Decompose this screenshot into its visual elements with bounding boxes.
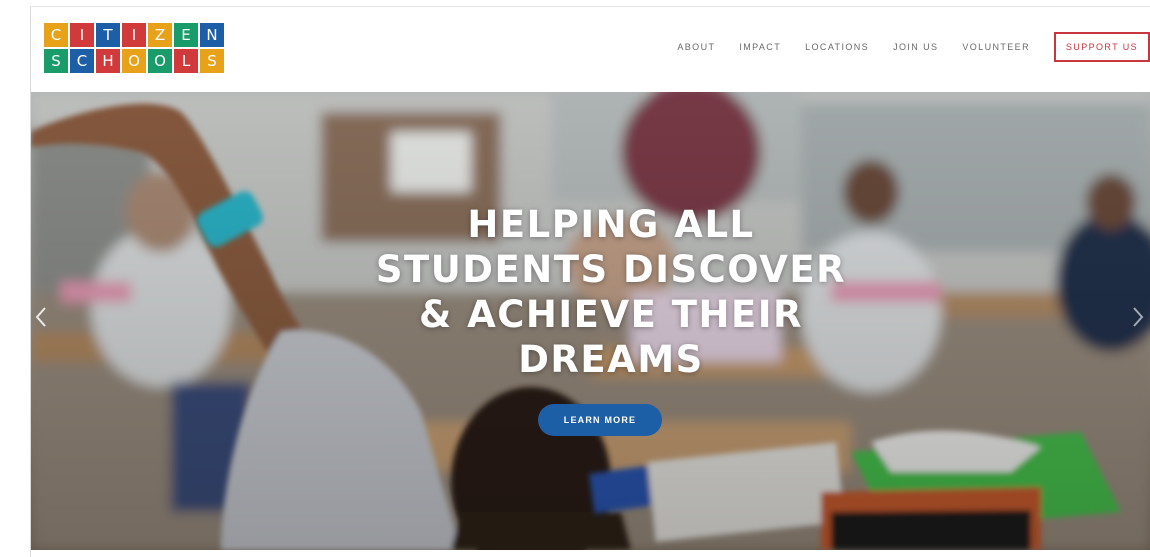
- site-header: C I T I Z E N S C H O O L S ABOUT IMPACT…: [31, 7, 1150, 92]
- hero-headline-line: DREAMS: [518, 338, 704, 381]
- support-us-button[interactable]: SUPPORT US: [1054, 32, 1150, 62]
- nav-about[interactable]: ABOUT: [677, 42, 715, 52]
- chevron-left-icon: [35, 307, 46, 327]
- logo-tile: C: [70, 49, 94, 73]
- logo-tile: N: [200, 23, 224, 47]
- logo-tile: H: [96, 49, 120, 73]
- logo-tile: S: [44, 49, 68, 73]
- logo-tile: I: [70, 23, 94, 47]
- learn-more-button[interactable]: LEARN MORE: [538, 404, 662, 436]
- nav-volunteer[interactable]: VOLUNTEER: [962, 42, 1030, 52]
- logo-tile: C: [44, 23, 68, 47]
- chevron-right-icon: [1133, 307, 1144, 327]
- hero-carousel: HELPING ALL STUDENTS DISCOVER & ACHIEVE …: [31, 92, 1150, 550]
- main-nav: ABOUT IMPACT LOCATIONS JOIN US VOLUNTEER…: [653, 30, 1150, 64]
- hero-headline: HELPING ALL STUDENTS DISCOVER & ACHIEVE …: [291, 202, 931, 382]
- hero-headline-line: & ACHIEVE THEIR: [419, 293, 803, 336]
- logo-tile: I: [122, 23, 146, 47]
- nav-join-us[interactable]: JOIN US: [893, 42, 938, 52]
- carousel-next-button[interactable]: [1132, 306, 1150, 334]
- logo-tile: T: [96, 23, 120, 47]
- hero-headline-line: HELPING ALL: [467, 203, 755, 246]
- logo-tile: O: [122, 49, 146, 73]
- logo-tile: L: [174, 49, 198, 73]
- logo-tile: Z: [148, 23, 172, 47]
- carousel-prev-button[interactable]: [35, 306, 53, 334]
- nav-locations[interactable]: LOCATIONS: [805, 42, 869, 52]
- citizen-schools-logo[interactable]: C I T I Z E N S C H O O L S: [44, 23, 224, 73]
- logo-tile: O: [148, 49, 172, 73]
- hero-headline-line: STUDENTS DISCOVER: [375, 248, 847, 291]
- nav-impact[interactable]: IMPACT: [739, 42, 781, 52]
- logo-tile: E: [174, 23, 198, 47]
- logo-tile: S: [200, 49, 224, 73]
